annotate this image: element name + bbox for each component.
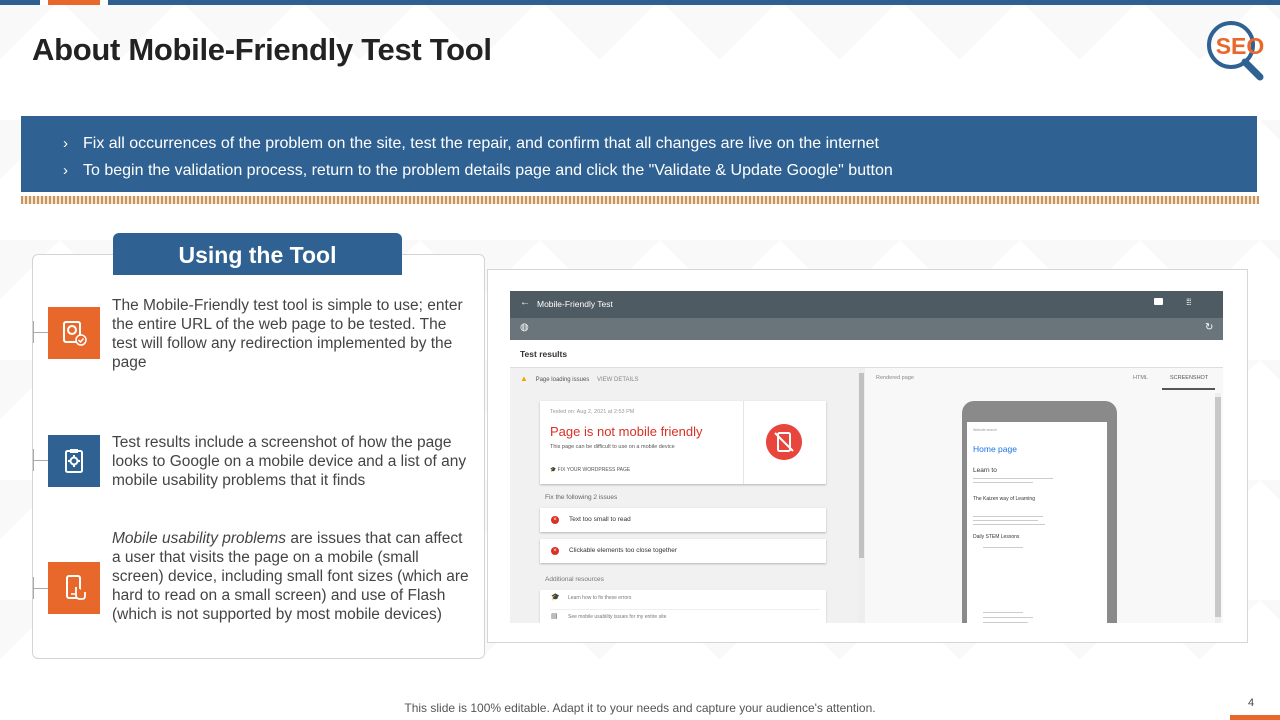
chevron-right-icon: › <box>63 162 68 179</box>
warning-icon: ▲ <box>520 374 528 383</box>
additional-resources-label: Additional resources <box>545 576 604 583</box>
tool-item-text: Mobile usability problems are issues tha… <box>112 529 472 624</box>
phone-nav: Website search <box>973 428 998 432</box>
banner-bullet: › Fix all occurrences of the problem on … <box>63 130 1257 157</box>
fix-issues-label: Fix the following 2 issues <box>545 494 618 501</box>
verdict-subtext: This page can be difficult to use on a m… <box>550 444 675 450</box>
phone-home-title: Home page <box>973 444 1017 454</box>
tool-item-text: The Mobile-Friendly test tool is simple … <box>112 297 463 371</box>
section-header: Using the Tool <box>113 233 402 275</box>
banner-bullet-text: To begin the validation process, return … <box>83 161 893 179</box>
fix-wordpress-label: FIX YOUR WORDPRESS PAGE <box>557 467 631 473</box>
preview-scrollbar <box>1215 393 1221 623</box>
footer-note: This slide is 100% editable. Adapt it to… <box>404 701 876 715</box>
tool-item-emphasis: Mobile usability problems <box>112 530 287 547</box>
slide-title: About Mobile-Friendly Test Tool <box>32 32 492 67</box>
verdict-card: Tested on: Aug 2, 2021 at 2:53 PM Page i… <box>540 401 826 484</box>
rendered-pane: Rendered page HTML SCREENSHOT Website se… <box>865 368 1223 623</box>
phone-kaizen: The Kaizen way of Learning <box>973 496 1035 502</box>
resource-link: See mobile usability issues for my entir… <box>568 614 667 620</box>
feedback-icon <box>1154 298 1163 305</box>
back-arrow-icon: ← <box>520 297 530 308</box>
issue-card: × Text too small to read <box>540 508 826 532</box>
error-icon: × <box>551 516 559 524</box>
view-details-link: VIEW DETAILS <box>596 377 639 383</box>
page-loading-row: ▲ Page loading issues VIEW DETAILS <box>520 374 639 383</box>
banner-bullet: › To begin the validation process, retur… <box>63 157 1257 184</box>
not-mobile-icon <box>766 424 802 460</box>
error-icon: × <box>551 547 559 555</box>
results-pane: ▲ Page loading issues VIEW DETAILS Teste… <box>510 368 858 623</box>
tab-html: HTML <box>1133 375 1148 381</box>
tab-screenshot: SCREENSHOT <box>1170 375 1209 381</box>
decorative-stripe <box>21 196 1259 204</box>
mobile-friendly-screenshot: ← Mobile-Friendly Test ⁞⁞⁞ ◍ ↻ Test resu… <box>510 291 1223 623</box>
school-icon: 🎓 <box>551 594 560 601</box>
phone-touch-icon <box>48 562 100 614</box>
reload-icon: ↻ <box>1205 322 1214 333</box>
app-toolbar: ← Mobile-Friendly Test ⁞⁞⁞ <box>510 291 1223 318</box>
issue-card: × Clickable elements too close together <box>540 539 826 563</box>
app-title: Mobile-Friendly Test <box>537 299 613 309</box>
page-number: 4 <box>1247 697 1255 709</box>
chevron-right-icon: › <box>63 135 68 152</box>
rendered-page-label: Rendered page <box>876 375 914 381</box>
phone-daily: Daily STEM Lessons <box>973 534 1020 540</box>
resources-card: 🎓 Learn how to fix these errors ▤ See mo… <box>540 590 826 623</box>
top-accent-strip <box>0 0 1280 5</box>
fix-wordpress-link: 🎓 FIX YOUR WORDPRESS PAGE <box>550 467 631 473</box>
globe-icon: ◍ <box>520 322 529 333</box>
issue-label: Text too small to read <box>569 516 631 523</box>
verdict-text: Page is not mobile friendly <box>550 424 703 439</box>
phone-learn: Learn to <box>973 467 997 474</box>
tool-item-text: Test results include a screenshot of how… <box>112 434 467 489</box>
logo-text: SEO <box>1216 33 1265 59</box>
page-number-bar <box>1230 715 1280 720</box>
info-banner: › Fix all occurrences of the problem on … <box>21 116 1257 192</box>
resource-link: Learn how to fix these errors <box>568 595 632 601</box>
url-bar: ◍ ↻ <box>510 318 1223 340</box>
apps-grid-icon: ⁞⁞⁞ <box>1186 297 1191 307</box>
tested-on: Tested on: Aug 2, 2021 at 2:53 PM <box>550 409 635 415</box>
browser-icon: ▤ <box>551 613 558 620</box>
page-loading-label: Page loading issues <box>535 377 590 383</box>
seo-magnifier-logo: SEO <box>1207 21 1265 81</box>
phone-preview: Website search Home page Learn to The Ka… <box>962 401 1117 623</box>
banner-bullet-text: Fix all occurrences of the problem on th… <box>83 134 879 152</box>
results-scrollbar <box>858 368 865 623</box>
laptop-check-icon <box>48 307 100 359</box>
issue-label: Clickable elements too close together <box>569 547 678 554</box>
clipboard-gear-icon <box>48 435 100 487</box>
test-results-heading: Test results <box>520 349 568 359</box>
